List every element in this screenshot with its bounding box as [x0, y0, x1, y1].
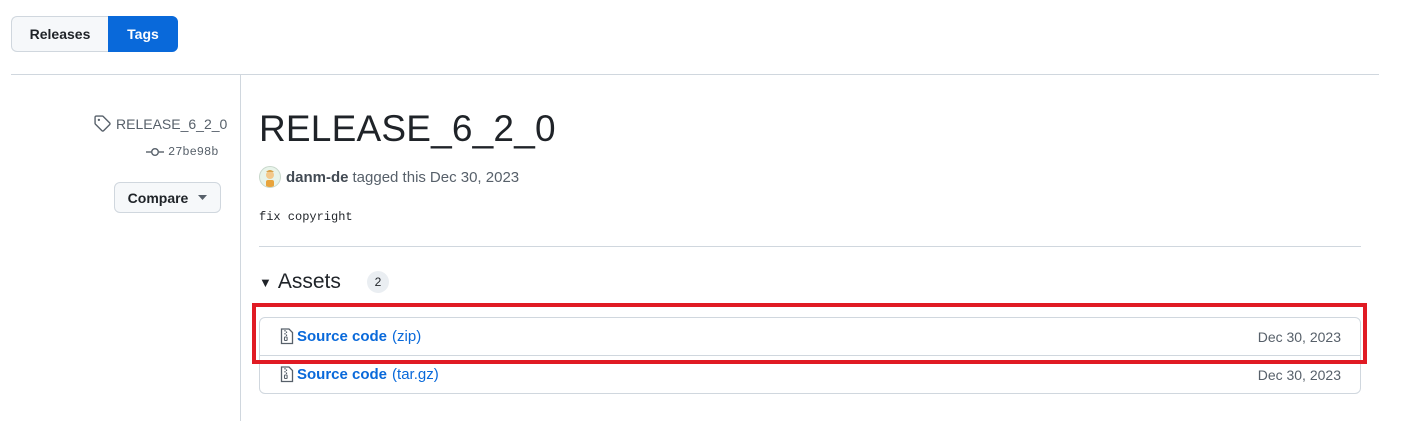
tagged-text: tagged this: [352, 168, 426, 186]
asset-ext: (tar.gz): [392, 366, 439, 383]
commit-sha: 27be98b: [168, 145, 219, 159]
compare-button[interactable]: Compare: [114, 182, 221, 213]
tag-message: fix copyright: [259, 210, 353, 224]
asset-date: Dec 30, 2023: [1257, 366, 1341, 383]
triangle-down-icon: [198, 194, 208, 200]
release-title[interactable]: RELEASE_6_2_0: [259, 108, 556, 150]
sidebar-tag-name: RELEASE_6_2_0: [116, 115, 228, 132]
assets-heading: Assets: [277, 270, 341, 293]
sidebar-divider: [240, 75, 241, 421]
assets-toggle[interactable]: ▼ Assets 2: [259, 270, 389, 294]
sidebar-tag-link[interactable]: RELEASE_6_2_0: [94, 115, 227, 132]
assets-count-badge: 2: [366, 271, 389, 293]
assets-list: Source code (zip) Dec 30, 2023 Source co…: [259, 317, 1361, 394]
asset-row-zip: Source code (zip) Dec 30, 2023: [260, 318, 1360, 355]
git-commit-icon: [146, 148, 164, 156]
file-zip-icon: [280, 328, 294, 345]
triangle-down-icon: ▼: [259, 274, 272, 290]
asset-date: Dec 30, 2023: [1257, 328, 1341, 345]
tab-tags[interactable]: Tags: [108, 16, 178, 52]
content-divider: [259, 246, 1361, 247]
source-code-zip-link[interactable]: Source code (zip): [280, 328, 421, 345]
compare-label: Compare: [127, 189, 189, 206]
release-tabs: Releases Tags: [11, 16, 178, 52]
release-meta: danm-de tagged this Dec 30, 2023: [259, 166, 519, 188]
tab-releases[interactable]: Releases: [11, 16, 108, 52]
asset-ext: (zip): [392, 328, 422, 345]
asset-name: Source code: [297, 366, 388, 383]
asset-row-targz: Source code (tar.gz) Dec 30, 2023: [260, 355, 1360, 393]
avatar[interactable]: [259, 166, 281, 188]
sidebar-commit-link[interactable]: 27be98b: [146, 145, 218, 159]
asset-name: Source code: [297, 328, 388, 345]
file-zip-icon: [280, 366, 294, 383]
release-date: Dec 30, 2023: [429, 168, 520, 186]
source-code-targz-link[interactable]: Source code (tar.gz): [280, 366, 439, 383]
tag-icon: [94, 115, 111, 132]
header-divider: [11, 74, 1379, 75]
author-link[interactable]: danm-de: [286, 169, 349, 186]
